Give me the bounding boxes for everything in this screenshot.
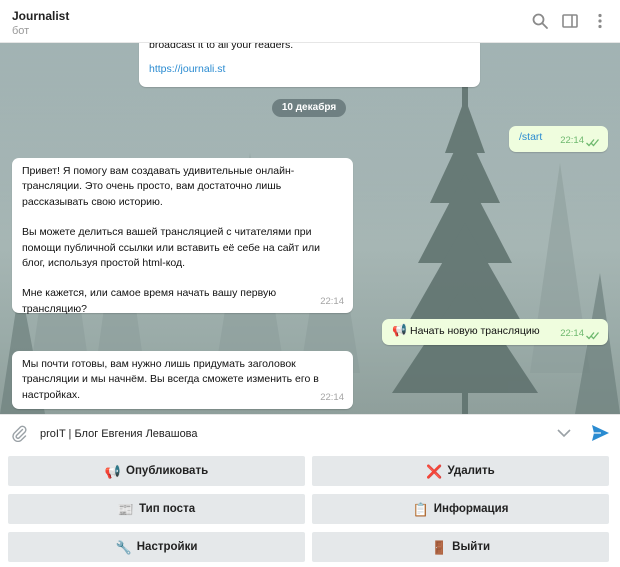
chevron-down-icon[interactable] — [556, 427, 572, 439]
text-line: помощи публичной ссылки или вставить её … — [22, 241, 321, 254]
message-incoming[interactable]: Привет! Я помогу вам создавать удивитель… — [12, 158, 353, 315]
chat-subtitle: бот — [12, 25, 30, 37]
delete-button[interactable]: ❌ Удалить — [312, 456, 609, 486]
text-line: настройках. — [22, 388, 81, 401]
search-icon[interactable] — [531, 12, 549, 30]
message-text: Начать новую трансляцию — [410, 325, 540, 337]
message-incoming[interactable]: broadcast it to all your readers. https:… — [139, 43, 480, 87]
button-label: Настройки — [136, 541, 198, 553]
button-label: Удалить — [447, 465, 495, 477]
button-label: Опубликовать — [126, 465, 209, 477]
exit-button[interactable]: 🚪 Выйти — [312, 532, 609, 562]
read-checks-icon — [586, 139, 599, 147]
door-icon: 🚪 — [430, 539, 448, 555]
settings-button[interactable]: 🔧 Настройки — [8, 532, 305, 562]
message-outgoing[interactable]: 📢 Начать новую трансляцию 22:14 — [382, 319, 608, 345]
button-label: Тип поста — [139, 503, 196, 515]
text-line: трансляцию? — [22, 302, 87, 315]
cross-icon: ❌ — [426, 463, 443, 479]
chat-header: Journalist бот — [0, 0, 620, 43]
text-line: Мы почти готовы, вам нужно лишь придумат… — [22, 358, 296, 370]
date-separator: 10 декабря — [272, 99, 346, 117]
message-text: broadcast it to all your readers. — [149, 43, 294, 51]
wrench-icon: 🔧 — [115, 539, 132, 555]
button-label: Информация — [433, 503, 509, 515]
message-time: 22:14 — [320, 296, 344, 307]
text-line: рассказывать свою историю. — [22, 195, 163, 208]
info-button[interactable]: 📋 Информация — [312, 494, 609, 524]
sidebar-toggle-icon[interactable] — [561, 12, 579, 30]
text-line: трансляции и мы начнём. Вы всегда сможет… — [22, 373, 319, 386]
message-time: 22:14 — [560, 135, 584, 146]
publish-button[interactable]: 📢 Опубликовать — [8, 456, 305, 486]
text-line: трансляции. Это очень просто, вам достат… — [22, 180, 282, 193]
chat-history[interactable]: broadcast it to all your readers. https:… — [0, 43, 620, 414]
message-outgoing[interactable]: /start 22:14 — [509, 126, 608, 152]
clipboard-icon: 📋 — [412, 501, 429, 517]
message-text: Привет! Я помогу вам создавать удивитель… — [22, 164, 320, 317]
post-type-button[interactable]: 📰 Тип поста — [8, 494, 305, 524]
text-line: Мне кажется, или самое время начать вашу… — [22, 287, 277, 300]
text-line: Вы можете делиться вашей трансляцией с ч… — [22, 226, 312, 239]
chat-title[interactable]: Journalist — [12, 9, 69, 23]
button-label: Выйти — [452, 541, 491, 553]
read-checks-icon — [586, 332, 599, 340]
message-input[interactable] — [38, 419, 542, 449]
more-menu-icon[interactable] — [591, 12, 609, 30]
send-icon[interactable] — [591, 424, 610, 442]
message-text: Мы почти готовы, вам нужно лишь придумат… — [22, 357, 319, 403]
megaphone-icon: 📢 — [392, 323, 407, 337]
message-composer — [0, 414, 620, 452]
message-incoming[interactable]: Мы почти готовы, вам нужно лишь придумат… — [12, 351, 353, 409]
megaphone-icon: 📢 — [104, 463, 122, 479]
message-time: 22:14 — [320, 392, 344, 403]
text-line: Привет! Я помогу вам создавать удивитель… — [22, 165, 295, 177]
start-command-text[interactable]: /start — [519, 130, 542, 145]
message-time: 22:14 — [560, 328, 584, 339]
paperclip-icon[interactable] — [10, 424, 28, 442]
message-link[interactable]: https://journali.st — [149, 62, 225, 77]
bot-keyboard: 📢 Опубликовать ❌ Удалить 📰 Тип поста 📋 И… — [0, 452, 620, 567]
newspaper-icon: 📰 — [117, 501, 135, 517]
text-line: блог, используя простой html-код. — [22, 257, 186, 270]
